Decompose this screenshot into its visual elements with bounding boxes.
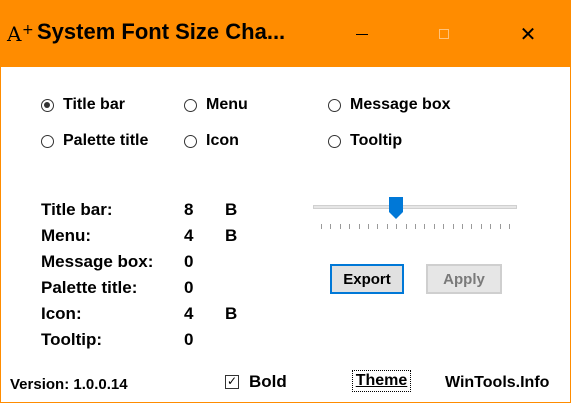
slider-tick: [424, 224, 426, 229]
radio-unselected-icon: [328, 134, 341, 148]
info-label-title-bar: Title bar:: [41, 200, 113, 219]
slider-tick: [462, 224, 463, 229]
slider-tick: [358, 224, 360, 229]
radio-message-box[interactable]: Message box: [328, 96, 450, 114]
radio-label: Message box: [350, 96, 451, 113]
radio-palette-title[interactable]: Palette title: [41, 132, 148, 150]
radio-unselected-icon: [41, 134, 54, 148]
slider-thumb[interactable]: [389, 197, 404, 219]
slider-tick: [405, 224, 407, 229]
font-size-slider[interactable]: [313, 205, 517, 209]
info-label-palette-title: Palette title:: [41, 278, 138, 297]
radio-label: Icon: [206, 132, 239, 149]
check-icon: ✓: [227, 374, 238, 388]
checkbox-box: ✓: [225, 374, 239, 389]
info-label-icon: Icon:: [41, 304, 82, 323]
bold-label: Bold: [249, 372, 287, 391]
info-value-tooltip: 0: [184, 330, 194, 349]
version-label: Version: 1.0.0.14: [10, 376, 128, 393]
font-a-plus-icon: A +: [7, 22, 34, 46]
info-flag-menu: B: [225, 226, 238, 245]
slider-tick: [321, 224, 322, 229]
maximize-button[interactable]: [421, 15, 467, 53]
slider-tick: [443, 224, 445, 229]
slider-tick: [349, 224, 351, 229]
info-label-message-box: Message box:: [41, 252, 154, 271]
info-value-palette-title: 0: [184, 278, 194, 297]
slider-tick: [452, 224, 454, 229]
bold-checkbox[interactable]: ✓ Bold: [225, 372, 287, 392]
theme-button[interactable]: Theme: [352, 370, 411, 392]
slider-tick: [415, 224, 416, 229]
close-button[interactable]: ✕: [505, 15, 551, 53]
slider-tick: [471, 224, 473, 229]
slider-tick: [499, 224, 501, 229]
slider-tick: [509, 224, 510, 229]
slider-tick: [396, 224, 398, 229]
radio-label: Palette title: [63, 132, 149, 149]
radio-tooltip[interactable]: Tooltip: [328, 132, 402, 150]
export-button[interactable]: Export: [330, 264, 404, 294]
close-icon: ✕: [519, 22, 537, 46]
slider-tick: [433, 224, 435, 229]
radio-label: Menu: [206, 96, 248, 113]
radio-icon[interactable]: Icon: [184, 132, 239, 150]
info-flag-title-bar: B: [225, 200, 238, 219]
slider-tick: [330, 224, 332, 229]
radio-title-bar[interactable]: Title bar: [41, 96, 125, 114]
maximize-icon: [439, 29, 449, 39]
radio-menu[interactable]: Menu: [184, 96, 248, 114]
info-value-menu: 4: [184, 226, 194, 245]
slider-tick: [386, 224, 388, 229]
radio-unselected-icon: [328, 98, 341, 112]
slider-tick: [480, 224, 482, 229]
app-window: A + System Font Size Cha... ✕ Title bar M…: [0, 0, 571, 403]
info-value-title-bar: 8: [184, 200, 194, 219]
radio-unselected-icon: [184, 134, 197, 148]
window-title: System Font Size Cha...: [37, 19, 286, 44]
title-bar[interactable]: A + System Font Size Cha... ✕: [1, 1, 570, 67]
wintools-link[interactable]: WinTools.Info: [445, 374, 549, 392]
minimize-button[interactable]: [339, 15, 385, 53]
slider-tick: [368, 224, 369, 229]
radio-label: Tooltip: [350, 132, 403, 149]
minimize-icon: [356, 33, 368, 35]
radio-selected-icon: [41, 98, 54, 112]
slider-tick: [377, 224, 379, 229]
slider-tick: [490, 224, 492, 229]
radio-label: Title bar: [63, 96, 125, 113]
info-value-message-box: 0: [184, 252, 194, 271]
apply-button[interactable]: Apply: [426, 264, 502, 294]
info-flag-icon: B: [225, 304, 238, 323]
info-label-tooltip: Tooltip:: [41, 330, 103, 349]
slider-tick: [339, 224, 341, 229]
info-value-icon: 4: [184, 304, 194, 323]
radio-unselected-icon: [184, 98, 197, 112]
info-label-menu: Menu:: [41, 226, 92, 245]
